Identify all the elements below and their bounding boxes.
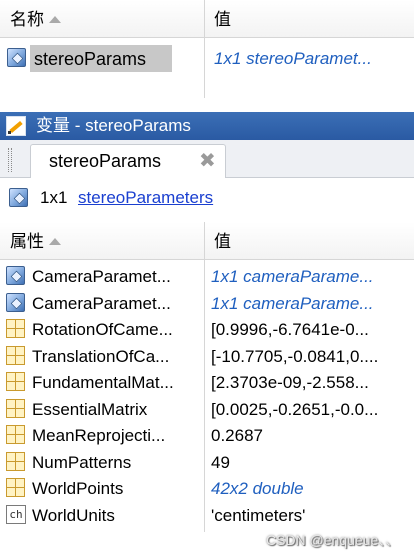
object-dimensions: 1x1	[40, 188, 68, 207]
value-column-label: 值	[214, 10, 231, 29]
matrix-icon	[6, 345, 25, 365]
property-row[interactable]: ch WorldUnits 'centimeters'	[0, 502, 414, 528]
property-row[interactable]: TranslationOfCa... [-10.7705,-0.0841,0...…	[0, 343, 414, 369]
property-name[interactable]: WorldPoints	[32, 475, 204, 501]
variable-value[interactable]: 1x1 stereoParamet...	[214, 44, 372, 74]
value-column-header[interactable]: 值	[214, 222, 231, 260]
variables-editor-titlebar[interactable]: 变量 - stereoParams	[0, 112, 414, 140]
property-row[interactable]: CameraParamet... 1x1 cameraParame...	[0, 290, 414, 316]
tab-label: stereoParams	[49, 151, 162, 171]
property-row[interactable]: WorldPoints 42x2 double	[0, 475, 414, 501]
property-name[interactable]: EssentialMatrix	[32, 396, 204, 422]
struct-icon	[6, 266, 25, 285]
property-column-label: 属性	[10, 232, 44, 251]
property-row[interactable]: MeanReprojecti... 0.2687	[0, 422, 414, 448]
property-name[interactable]: MeanReprojecti...	[32, 422, 204, 448]
char-icon: ch	[6, 504, 26, 524]
tab-stereoparams[interactable]: stereoParams ✖	[30, 144, 226, 179]
property-name[interactable]: WorldUnits	[32, 502, 204, 528]
property-value[interactable]: 1x1 cameraParame...	[211, 290, 411, 316]
watermark: CSDN @enqueue、、	[266, 532, 400, 548]
name-column-label: 名称	[10, 10, 44, 29]
column-divider[interactable]	[204, 0, 205, 38]
property-value[interactable]: [-10.7705,-0.0841,0....	[211, 343, 411, 369]
property-row[interactable]: NumPatterns 49	[0, 449, 414, 475]
column-divider[interactable]	[204, 222, 205, 260]
property-name[interactable]: CameraParamet...	[32, 263, 204, 289]
property-value[interactable]: [0.0025,-0.2651,-0.0...	[211, 396, 411, 422]
property-row[interactable]: CameraParamet... 1x1 cameraParame...	[0, 263, 414, 289]
property-value[interactable]: [2.3703e-09,-2.558...	[211, 369, 411, 395]
object-summary: 1x1 stereoParameters	[0, 178, 414, 218]
property-value[interactable]: 'centimeters'	[211, 502, 411, 528]
property-name[interactable]: CameraParamet...	[32, 290, 204, 316]
property-value[interactable]: [0.9996,-6.7641e-0...	[211, 316, 411, 342]
matrix-icon	[6, 451, 25, 471]
struct-icon	[9, 188, 28, 207]
value-column-label: 值	[214, 232, 231, 251]
matrix-icon	[6, 398, 25, 418]
matrix-icon	[6, 319, 25, 338]
property-name[interactable]: RotationOfCame...	[32, 316, 204, 342]
property-row[interactable]: FundamentalMat... [2.3703e-09,-2.558...	[0, 369, 414, 395]
property-row[interactable]: RotationOfCame... [0.9996,-6.7641e-0...	[0, 316, 414, 342]
matrix-icon	[6, 372, 25, 391]
class-link[interactable]: stereoParameters	[78, 178, 213, 218]
property-value[interactable]: 49	[211, 449, 411, 475]
variable-name[interactable]: stereoParams	[34, 44, 146, 74]
property-value[interactable]: 1x1 cameraParame...	[211, 263, 411, 289]
property-row[interactable]: EssentialMatrix [0.0025,-0.2651,-0.0...	[0, 396, 414, 422]
tab-strip: stereoParams ✖	[0, 140, 414, 179]
drag-handle-icon[interactable]	[8, 148, 12, 172]
sort-ascending-icon	[49, 238, 61, 245]
workspace-variable-row[interactable]: stereoParams 1x1 stereoParamet...	[0, 44, 414, 74]
property-value[interactable]: 42x2 double	[211, 475, 411, 501]
name-column-header[interactable]: 名称	[10, 0, 61, 38]
value-column-header[interactable]: 值	[214, 0, 231, 38]
property-column-header[interactable]: 属性	[10, 222, 61, 260]
editor-title: 变量 - stereoParams	[36, 116, 191, 135]
property-name[interactable]: TranslationOfCa...	[32, 343, 204, 369]
struct-icon	[6, 292, 25, 312]
matrix-icon	[6, 425, 25, 444]
workspace-panel: 名称 值 stereoParams 1x1 stereoParamet...	[0, 0, 414, 98]
sort-ascending-icon	[49, 16, 61, 23]
property-name[interactable]: FundamentalMat...	[32, 369, 204, 395]
workspace-header-row: 名称 值	[0, 0, 414, 38]
close-icon[interactable]: ✖	[199, 145, 216, 177]
properties-header-row: 属性 值	[0, 222, 414, 260]
property-name[interactable]: NumPatterns	[32, 449, 204, 475]
struct-icon	[7, 48, 26, 67]
variable-editor-icon	[6, 116, 26, 136]
matrix-icon	[6, 478, 25, 497]
property-value[interactable]: 0.2687	[211, 422, 411, 448]
